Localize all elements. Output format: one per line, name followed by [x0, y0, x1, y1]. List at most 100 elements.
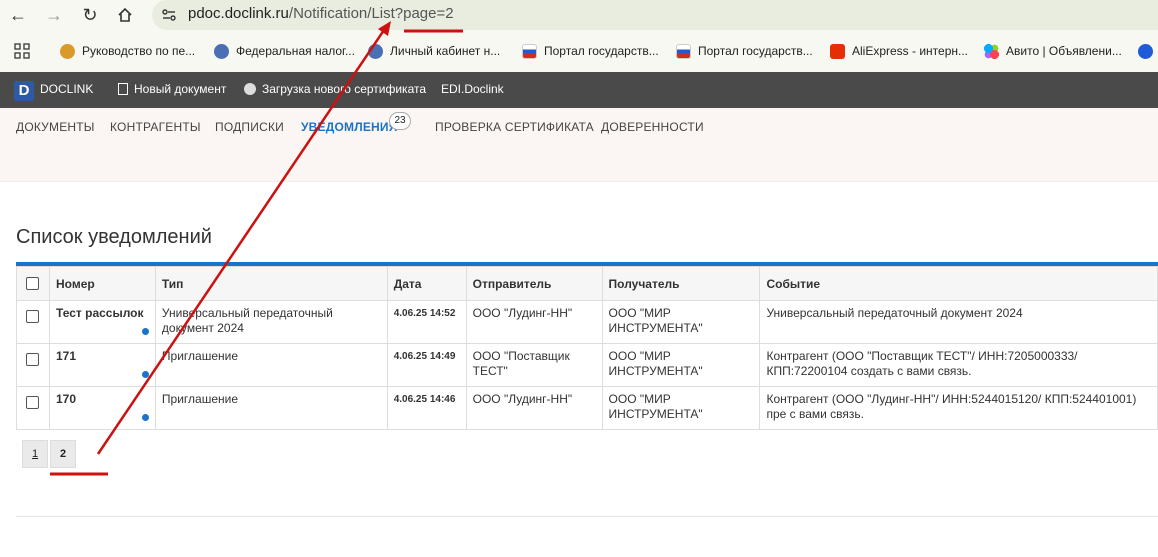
- type-cell: Приглашение: [154, 343, 388, 387]
- section-tabs: ДОКУМЕНТЫ КОНТРАГЕНТЫ ПОДПИСКИ УВЕДОМЛЕН…: [0, 108, 1158, 182]
- footer-divider: [16, 516, 1158, 517]
- select-all-checkbox[interactable]: [26, 277, 40, 290]
- notifications-table: Номер Тип Дата Отправитель Получатель Со…: [16, 266, 1158, 430]
- column-header-sender[interactable]: Отправитель: [465, 266, 603, 301]
- table-row[interactable]: Тест рассылок Универсальный передаточный…: [16, 300, 1158, 344]
- select-all-cell: [16, 266, 50, 301]
- doclink-logo[interactable]: D: [14, 81, 34, 101]
- row-checkbox[interactable]: [26, 396, 40, 409]
- russia-flag-icon: [522, 43, 537, 59]
- page-1-button[interactable]: 1: [22, 440, 48, 468]
- page-2-button[interactable]: 2: [50, 440, 76, 468]
- certificate-seal-icon: [244, 83, 256, 95]
- bookmark-favicon-icon: [368, 43, 383, 59]
- bookmark-label: Федеральная налог...: [236, 44, 355, 58]
- table-row[interactable]: 170 Приглашение 4.06.25 14:46 ООО "Лудин…: [16, 386, 1158, 430]
- url-text[interactable]: pdoc.doclink.ru/Notification/List?page=2: [188, 5, 454, 22]
- row-checkbox-cell: [16, 300, 50, 344]
- bookmark-favicon-icon: [1138, 43, 1153, 59]
- bookmark-label: Авито | Объявлени...: [1006, 44, 1122, 58]
- document-icon: [118, 83, 128, 95]
- number-cell: 170: [48, 386, 156, 430]
- row-checkbox-cell: [16, 343, 50, 387]
- bookmark-label: Портал государств...: [544, 44, 659, 58]
- home-icon[interactable]: [113, 3, 137, 27]
- event-cell: Контрагент (ООО "Лудинг-НН"/ ИНН:5244015…: [759, 386, 1158, 430]
- edi-doclink-link[interactable]: EDI.Doclink: [441, 82, 504, 96]
- tab-powers-of-attorney[interactable]: ДОВЕРЕННОСТИ: [601, 120, 704, 134]
- row-checkbox-cell: [16, 386, 50, 430]
- pagination: 1 2: [22, 440, 76, 468]
- apps-grid-icon[interactable]: [14, 42, 30, 60]
- site-settings-icon[interactable]: [160, 6, 178, 24]
- app-header: D DOCLINK Новый документ Загрузка нового…: [0, 72, 1158, 108]
- bookmark-label: Личный кабинет н...: [390, 44, 501, 58]
- date-cell: 4.06.25 14:52: [386, 300, 467, 344]
- unread-dot-icon: [141, 371, 149, 378]
- aliexpress-icon: [830, 43, 845, 59]
- column-header-recipient[interactable]: Получатель: [601, 266, 761, 301]
- date-cell: 4.06.25 14:49: [386, 343, 467, 387]
- new-document-label: Новый документ: [134, 82, 227, 96]
- tab-subscriptions[interactable]: ПОДПИСКИ: [215, 120, 284, 134]
- row-checkbox[interactable]: [26, 310, 40, 323]
- unread-dot-icon: [141, 414, 149, 421]
- sender-cell: ООО "Поставщик ТЕСТ": [465, 343, 603, 387]
- notification-number[interactable]: Тест рассылок: [56, 306, 144, 320]
- sender-cell: ООО "Лудинг-НН": [465, 386, 603, 430]
- avito-icon: [984, 43, 999, 59]
- bookmark-item[interactable]: Руководство по пе...: [60, 42, 195, 60]
- page-title: Список уведомлений: [16, 226, 212, 248]
- upload-certificate-label: Загрузка нового сертификата: [262, 82, 427, 96]
- bookmark-item[interactable]: Личный кабинет н...: [368, 42, 500, 60]
- notifications-count-badge: 23: [389, 112, 411, 130]
- event-cell: Универсальный передаточный документ 2024: [759, 300, 1158, 344]
- bookmark-favicon-icon: [60, 43, 75, 59]
- tab-notifications[interactable]: УВЕДОМЛЕНИЯ: [301, 120, 398, 134]
- notification-number[interactable]: 171: [56, 349, 76, 363]
- event-cell: Контрагент (ООО "Поставщик ТЕСТ"/ ИНН:72…: [759, 343, 1158, 387]
- type-cell: Приглашение: [154, 386, 388, 430]
- tab-contractors[interactable]: КОНТРАГЕНТЫ: [110, 120, 201, 134]
- bookmark-favicon-icon: [214, 43, 229, 59]
- number-cell: 171: [48, 343, 156, 387]
- bookmark-item[interactable]: Авито | Объявлени...: [984, 42, 1122, 60]
- forward-arrow-icon[interactable]: →: [42, 3, 66, 27]
- table-header-row: Номер Тип Дата Отправитель Получатель Со…: [16, 266, 1158, 301]
- recipient-cell: ООО "МИР ИНСТРУМЕНТА": [601, 343, 761, 387]
- russia-flag-icon: [676, 43, 691, 59]
- date-cell: 4.06.25 14:46: [386, 386, 467, 430]
- bookmark-label: Руководство по пе...: [82, 44, 196, 58]
- type-cell: Универсальный передаточный документ 2024: [154, 300, 388, 344]
- url-host: pdoc.doclink.ru: [188, 5, 289, 22]
- column-header-date[interactable]: Дата: [386, 266, 467, 301]
- bookmark-item[interactable]: Портал государств...: [522, 42, 659, 60]
- reload-icon[interactable]: ↻: [78, 3, 102, 27]
- column-header-type[interactable]: Тип: [154, 266, 388, 301]
- brand-name[interactable]: DOCLINK: [40, 82, 93, 96]
- tab-certificate-check[interactable]: ПРОВЕРКА СЕРТИФИКАТА: [435, 120, 594, 134]
- recipient-cell: ООО "МИР ИНСТРУМЕНТА": [601, 386, 761, 430]
- unread-dot-icon: [141, 328, 149, 335]
- bookmarks-bar: Руководство по пе... Федеральная налог..…: [0, 34, 1158, 68]
- number-cell: Тест рассылок: [48, 300, 156, 344]
- back-arrow-icon[interactable]: ←: [6, 3, 30, 27]
- upload-certificate-button[interactable]: Загрузка нового сертификата: [244, 82, 426, 96]
- bookmark-label: AliExpress - интерн...: [852, 44, 969, 58]
- tab-documents[interactable]: ДОКУМЕНТЫ: [16, 120, 95, 134]
- new-document-button[interactable]: Новый документ: [118, 82, 226, 96]
- bookmark-item[interactable]: AliExpress - интерн...: [830, 42, 968, 60]
- recipient-cell: ООО "МИР ИНСТРУМЕНТА": [601, 300, 761, 344]
- bookmark-item[interactable]: Федеральная налог...: [214, 42, 355, 60]
- sender-cell: ООО "Лудинг-НН": [465, 300, 603, 344]
- bookmark-item[interactable]: Портал государств...: [676, 42, 813, 60]
- notification-number[interactable]: 170: [56, 392, 76, 406]
- column-header-event[interactable]: Событие: [759, 266, 1158, 301]
- row-checkbox[interactable]: [26, 353, 40, 366]
- column-header-number[interactable]: Номер: [48, 266, 156, 301]
- bookmark-item[interactable]: [1138, 42, 1158, 60]
- url-path: /Notification/List?page=2: [288, 5, 454, 22]
- table-row[interactable]: 171 Приглашение 4.06.25 14:49 ООО "Поста…: [16, 343, 1158, 387]
- bookmark-label: Портал государств...: [698, 44, 813, 58]
- browser-toolbar: ← → ↻ pdoc.doclink.ru/Notification/List?…: [0, 0, 1158, 72]
